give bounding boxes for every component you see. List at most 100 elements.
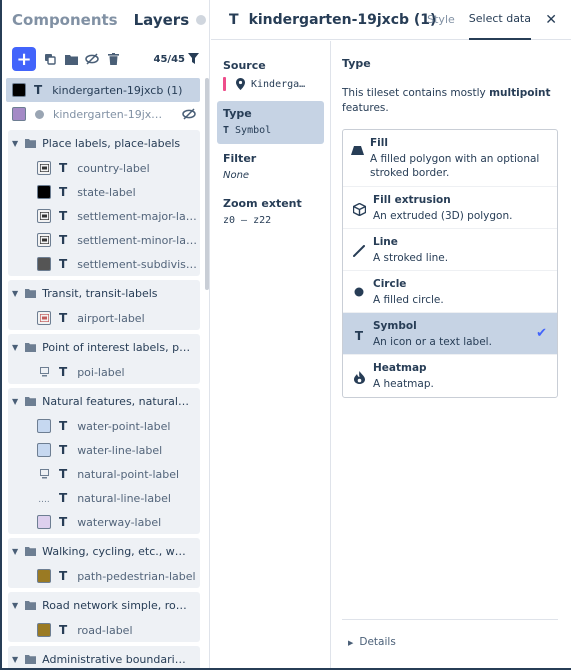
chevron-down-icon[interactable]: ▼ [12, 601, 18, 610]
group-header[interactable]: ▼ Point of interest labels, poi-labels [8, 334, 200, 360]
type-option-heatmap[interactable]: Heatmap A heatmap. [343, 355, 557, 397]
group-title: Walking, cycling, etc., walking-cycling [42, 544, 192, 558]
type-selector: Type This tileset contains mostly multip… [332, 41, 571, 668]
layer-row[interactable]: Troad-label [8, 618, 200, 642]
source-property[interactable]: Source Kindergarten [217, 53, 324, 99]
layer-row[interactable]: Tpoi-label [8, 360, 200, 384]
type-name: Symbol [235, 125, 272, 136]
chevron-down-icon[interactable]: ▼ [12, 547, 18, 556]
layer-row[interactable]: Twater-line-label [8, 438, 200, 462]
source-color-bar [223, 77, 226, 91]
layer-row-selected[interactable]: T kindergarten-19jxcb (1) [6, 78, 200, 102]
group-header[interactable]: ▼ Walking, cycling, etc., walking-cycling [8, 538, 200, 564]
data-properties: Source Kindergarten Type T Symbol Filter… [211, 41, 331, 668]
status-dot [196, 15, 207, 25]
option-text: Circle A filled circle. [373, 278, 444, 307]
layer-swatch [37, 515, 51, 529]
layer-label: water-line-label [77, 443, 163, 457]
chevron-down-icon[interactable]: ▼ [12, 139, 18, 148]
folder-icon [25, 342, 37, 352]
group-header[interactable]: ▼ Natural features, natural-labels [8, 388, 200, 414]
layer-row[interactable]: Tcountry-label [8, 156, 200, 180]
chevron-down-icon[interactable]: ▼ [12, 397, 18, 406]
panel-tabs: Components Layers [4, 0, 209, 40]
symbol-type-icon: T [59, 365, 68, 379]
tab-style[interactable]: Style [427, 0, 455, 40]
type-option-fill[interactable]: Fill A filled polygon with an optional st… [343, 130, 557, 187]
chevron-down-icon[interactable]: ▼ [12, 289, 18, 298]
type-option-symbol[interactable]: T Symbol An icon or a text label. ✔ [343, 313, 557, 355]
layer-label: country-label [77, 161, 150, 175]
layer-row[interactable]: Twaterway-label [8, 510, 200, 534]
type-option-line[interactable]: Line A stroked line. [343, 229, 557, 271]
layer-label: kindergarten-19jxcb (1) [52, 83, 183, 97]
symbol-type-icon: T [59, 233, 68, 247]
type-property[interactable]: Type T Symbol [217, 101, 324, 144]
checkmark-icon: ✔ [536, 326, 547, 341]
circle-icon [351, 287, 367, 297]
layer-row[interactable]: .... Tnatural-line-label [8, 486, 200, 510]
layer-row[interactable]: Tairport-label [8, 306, 200, 330]
layer-swatch [12, 107, 26, 121]
zoom-property[interactable]: Zoom extent z0 – z22 [217, 191, 324, 234]
layer-row[interactable]: Tnatural-point-label [8, 462, 200, 486]
layer-label: water-point-label [77, 419, 171, 433]
folder-icon[interactable] [64, 52, 78, 66]
tab-layers[interactable]: Layers [134, 11, 207, 29]
type-option-circle[interactable]: Circle A filled circle. [343, 271, 557, 313]
layer-list: T kindergarten-19jxcb (1) kindergarten-1… [4, 74, 204, 668]
option-name: Symbol [373, 320, 417, 332]
folder-icon [25, 546, 37, 556]
layer-swatch [37, 467, 51, 481]
symbol-type-icon: T [223, 125, 230, 136]
folder-icon [25, 600, 37, 610]
layer-swatch [37, 365, 51, 379]
add-layer-button[interactable]: + [12, 47, 36, 71]
app-window: Components Layers + 45/45 T kindergarten… [0, 0, 571, 670]
group-header[interactable]: ▼ Transit, transit-labels [8, 280, 200, 306]
hide-icon[interactable] [85, 52, 99, 66]
filter-property[interactable]: Filter None [217, 146, 324, 189]
layer-label: settlement-minor-label [77, 233, 198, 247]
details-toggle[interactable]: ▶ Details [342, 619, 558, 648]
group-header[interactable]: ▼ Administrative boundaries, admin [8, 646, 200, 668]
type-section-title: Type [342, 57, 371, 70]
layer-row[interactable]: Tsettlement-subdivision-label [8, 252, 200, 276]
layer-group: ▼ Natural features, natural-labels Twater-… [8, 388, 200, 534]
filter-icon[interactable] [188, 53, 199, 67]
layer-row[interactable]: kindergarten-19jxcb [4, 102, 204, 126]
tab-components[interactable]: Components [12, 11, 118, 29]
trash-icon[interactable] [106, 52, 120, 66]
type-option-fill-extrusion[interactable]: Fill extrusion An extruded (3D) polygon. [343, 187, 557, 229]
chevron-down-icon[interactable]: ▼ [12, 655, 18, 664]
layer-group: ▼Administrative boundaries, admin⟋admin-… [8, 646, 200, 668]
chevron-right-icon: ▶ [348, 639, 354, 647]
layer-swatch [37, 257, 51, 271]
chevron-down-icon[interactable]: ▼ [12, 343, 18, 352]
tab-select-data[interactable]: Select data [468, 0, 531, 40]
filter-value: None [223, 170, 250, 181]
symbol-type-icon: T [59, 209, 68, 223]
layer-row[interactable]: Twater-point-label [8, 414, 200, 438]
option-name: Fill [370, 137, 388, 149]
group-title: Transit, transit-labels [42, 286, 158, 300]
group-header[interactable]: ▼ Place labels, place-labels [8, 130, 200, 156]
hidden-eye-icon[interactable] [182, 108, 196, 123]
group-header[interactable]: ▼ Road network simple, road-labels [8, 592, 200, 618]
layer-header: T kindergarten-19jxcb (1) Style Select d… [211, 0, 571, 40]
option-name: Heatmap [373, 362, 427, 374]
layer-row[interactable]: Tpath-pedestrian-label [8, 564, 200, 588]
layer-row[interactable]: Tsettlement-minor-label [8, 228, 200, 252]
close-icon[interactable]: ✕ [545, 12, 557, 28]
layers-scrollbar[interactable] [205, 78, 209, 290]
symbol-type-icon: T [59, 569, 68, 583]
layer-swatch [37, 161, 51, 175]
option-description: A filled circle. [373, 294, 444, 306]
layer-group: ▼ Road network simple, road-labels Troad-l… [8, 592, 200, 642]
type-label: Type [223, 107, 252, 120]
layer-swatch [12, 83, 26, 97]
layer-row[interactable]: Tsettlement-major-label [8, 204, 200, 228]
layer-swatch [37, 311, 51, 325]
duplicate-icon[interactable] [43, 52, 57, 66]
layer-row[interactable]: Tstate-label [8, 180, 200, 204]
